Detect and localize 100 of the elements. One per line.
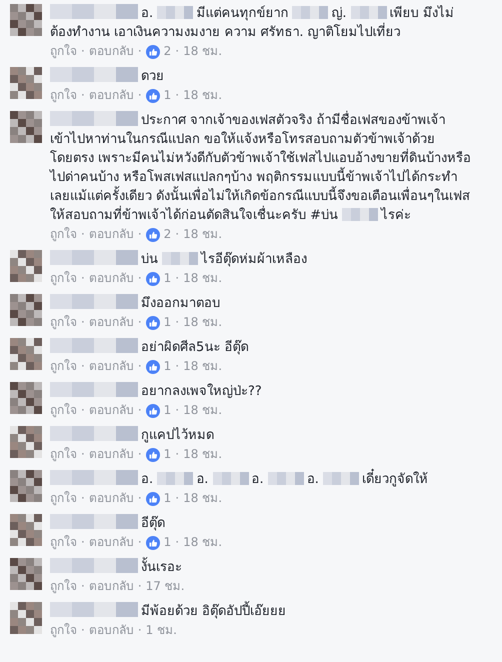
comment-time: 18 ชม. <box>183 314 222 331</box>
separator-dot: · <box>138 490 142 507</box>
thumbs-up-icon <box>146 44 160 58</box>
separator-dot: · <box>81 446 85 463</box>
separator-dot: · <box>81 622 85 639</box>
separator-dot: · <box>175 402 180 419</box>
separator-dot: · <box>138 43 142 60</box>
separator-dot: · <box>175 226 180 243</box>
reply-link[interactable]: ตอบกลับ <box>88 445 134 464</box>
thumbs-up-icon <box>146 536 160 550</box>
like-link[interactable]: ถูกใจ <box>50 577 77 596</box>
separator-dot: · <box>175 490 180 507</box>
separator-dot: · <box>138 270 142 287</box>
like-count: 1 <box>164 534 172 551</box>
comment-time: 18 ชม. <box>183 226 222 243</box>
separator-dot: · <box>81 578 85 595</box>
comment-time: 18 ชม. <box>183 490 222 507</box>
separator-dot: · <box>138 87 142 104</box>
like-count: 1 <box>164 358 172 375</box>
separator-dot: · <box>81 402 85 419</box>
separator-dot: · <box>175 87 180 104</box>
comment-time: 17 ชม. <box>146 578 185 595</box>
thumbs-up-icon <box>146 88 160 102</box>
like-link[interactable]: ถูกใจ <box>50 489 77 508</box>
like-count: 2 <box>164 226 172 243</box>
comment-text: อยากลงเพจใหญ่ป่ะ?? <box>50 382 472 401</box>
comment-text: อย่าผิดศีล5นะ อีตุ๊ด <box>50 338 472 357</box>
reply-link[interactable]: ตอบกลับ <box>88 225 134 244</box>
reply-link[interactable]: ตอบกลับ <box>88 401 134 420</box>
like-count: 1 <box>164 87 172 104</box>
reply-link[interactable]: ตอบกลับ <box>88 313 134 332</box>
separator-dot: · <box>138 314 142 331</box>
reply-link[interactable]: ตอบกลับ <box>88 357 134 376</box>
thumbs-up-icon <box>146 404 160 418</box>
separator-dot: · <box>175 270 180 287</box>
separator-dot: · <box>81 314 85 331</box>
comment-text: อีตุ๊ด <box>50 514 472 533</box>
reply-link[interactable]: ตอบกลับ <box>88 269 134 288</box>
thumbs-up-icon <box>146 228 160 242</box>
like-link[interactable]: ถูกใจ <box>50 357 77 376</box>
comment-time: 18 ชม. <box>183 446 222 463</box>
separator-dot: · <box>138 446 142 463</box>
thumbs-up-icon <box>146 448 160 462</box>
comment-time: 18 ชม. <box>183 402 222 419</box>
reply-link[interactable]: ตอบกลับ <box>88 577 134 596</box>
comment-time: 18 ชม. <box>183 270 222 287</box>
thumbs-up-icon <box>146 272 160 286</box>
like-link[interactable]: ถูกใจ <box>50 225 77 244</box>
reply-link[interactable]: ตอบกลับ <box>88 42 134 61</box>
like-count: 2 <box>164 43 172 60</box>
separator-dot: · <box>138 402 142 419</box>
like-count: 1 <box>164 402 172 419</box>
like-count: 1 <box>164 270 172 287</box>
like-count: 1 <box>164 446 172 463</box>
reply-link[interactable]: ตอบกลับ <box>88 86 134 105</box>
separator-dot: · <box>81 358 85 375</box>
comment-text: ดวย <box>50 67 472 86</box>
comment-time: 18 ชม. <box>183 358 222 375</box>
separator-dot: · <box>138 622 142 639</box>
separator-dot: · <box>138 534 142 551</box>
separator-dot: · <box>81 226 85 243</box>
like-count: 1 <box>164 490 172 507</box>
like-link[interactable]: ถูกใจ <box>50 445 77 464</box>
separator-dot: · <box>138 226 142 243</box>
like-link[interactable]: ถูกใจ <box>50 621 77 640</box>
separator-dot: · <box>81 490 85 507</box>
separator-dot: · <box>175 43 180 60</box>
thumbs-up-icon <box>146 492 160 506</box>
comment-time: 18 ชม. <box>183 43 222 60</box>
comment-text: มีพ้อยด้วย อิตุ๊ดอัปปี้เอ๊ยยย <box>50 602 472 621</box>
comment-text: กูแคปไว้หมด <box>50 426 472 445</box>
separator-dot: · <box>81 43 85 60</box>
thumbs-up-icon <box>146 316 160 330</box>
like-link[interactable]: ถูกใจ <box>50 86 77 105</box>
like-link[interactable]: ถูกใจ <box>50 533 77 552</box>
thumbs-up-icon <box>146 360 160 374</box>
separator-dot: · <box>175 314 180 331</box>
reply-link[interactable]: ตอบกลับ <box>88 489 134 508</box>
reply-link[interactable]: ตอบกลับ <box>88 533 134 552</box>
comment-text: ประกาศ จากเจ้าของเฟสตัวจริง ถ้ามีชื่อเฟสของข้าพเจ้าเข้าไปหาท่านในกรณีแปลก ขอให้แจ้งหรือโทรสอบถามตัวข้าพเจ้าด้วยโดยตรง เพราะมีคนไม่หวังดีกับตัวข้าพเจ้าใช้เฟสไปแอบอ้างขายที่ดินบ้างหรือไปด่าคนบ้าง หรือโพสเฟสแปลกๆบ้าง พฤติกรรมแบบนี้ข้าพเจ้าไปได้กระทำเลยแม้แต่ครั้งเดียว ดังนั้นเพื่อไม่ให้เกิดข้อกรณีแบบนี้จึงขอเตือนเพื่อนๆในเฟสให้สอบถามที่ข้าพเจ้าได้ก่อนตัดสินใจเชื่นะครับ #บ่น ไรค่ะ <box>50 111 472 225</box>
comment-time: 18 ชม. <box>183 87 222 104</box>
like-link[interactable]: ถูกใจ <box>50 401 77 420</box>
separator-dot: · <box>138 578 142 595</box>
comment-text: อ. มีแต่คนทุกข์ยาก ญ่. เพียบ มึงไม่ต้องทำงาน เอาเงินความงมงาย ความ ศรัทธา. ญาติโยมไปเที่ยว <box>50 4 455 42</box>
comment-text: อ. อ. อ. อ. เดี๋ยวกูจัดให้ <box>50 470 472 489</box>
like-count: 1 <box>164 314 172 331</box>
comment-text: มึงออกมาตอบ <box>50 294 472 313</box>
separator-dot: · <box>81 534 85 551</box>
like-link[interactable]: ถูกใจ <box>50 42 77 61</box>
like-link[interactable]: ถูกใจ <box>50 269 77 288</box>
like-link[interactable]: ถูกใจ <box>50 313 77 332</box>
comment-time: 18 ชม. <box>183 534 222 551</box>
comment-time: 1 ชม. <box>146 622 177 639</box>
reply-link[interactable]: ตอบกลับ <box>88 621 134 640</box>
separator-dot: · <box>175 358 180 375</box>
separator-dot: · <box>81 87 85 104</box>
separator-dot: · <box>175 446 180 463</box>
separator-dot: · <box>138 358 142 375</box>
comment-text: บ่น ไรอีตุ๊ดห่มผ้าเหลือง <box>50 250 472 269</box>
comment-text: งั้นเรอะ <box>50 558 472 577</box>
